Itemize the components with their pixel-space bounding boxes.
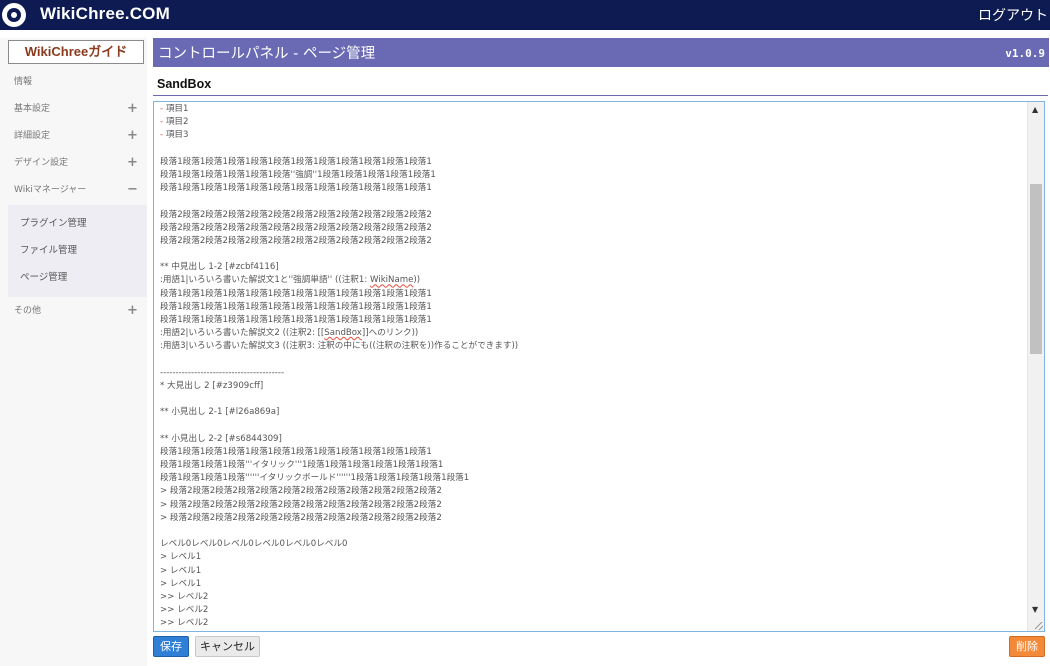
editor-line: > レベル1: [160, 565, 202, 576]
submenu-item-file-management[interactable]: ファイル管理: [20, 244, 77, 258]
editor-line: - 項目2: [160, 117, 189, 128]
cancel-button[interactable]: キャンセル: [195, 636, 260, 657]
editor-line: >> レベル2: [160, 618, 209, 629]
editor-line: ** 中見出し 1-2 [#zcbf4116]: [160, 262, 279, 273]
sidebar: WikiChreeガイド 情報 基本設定 + 詳細設定 + デザイン設定 + W…: [0, 38, 147, 666]
editor-line: 段落2段落2段落2段落2段落2段落2段落2段落2段落2段落2段落2段落2: [160, 235, 432, 246]
editor-line: :用語1|いろいろ書いた解説文1と''強調単語'' ((注釈1: WikiNam…: [160, 275, 421, 286]
editor-line: ** 小見出し 2-2 [#s6844309]: [160, 433, 282, 444]
editor-line: >> レベル2: [160, 605, 209, 616]
editor-line: :用語3|いろいろ書いた解説文3 ((注釈3: 注釈の中にも((注釈の注釈を))…: [160, 341, 519, 352]
sidebar-item-advanced-settings[interactable]: 詳細設定 +: [0, 123, 147, 149]
editor-line: > レベル1: [160, 578, 202, 589]
submenu-item-plugin-management[interactable]: プラグイン管理: [20, 217, 87, 231]
top-bar: WikiChree.COM ログアウト: [0, 0, 1050, 30]
editor-line: :用語2|いろいろ書いた解説文2 ((注釈2: [[SandBox]]へのリンク…: [160, 328, 419, 339]
sidebar-item-label: 詳細設定: [14, 131, 51, 141]
sidebar-item-info[interactable]: 情報: [0, 69, 147, 95]
editor-line: >> レベル2: [160, 591, 209, 602]
resize-handle-icon[interactable]: [1035, 622, 1043, 630]
editor-line: > 段落2段落2段落2段落2段落2段落2段落2段落2段落2段落2段落2段落2: [160, 512, 442, 523]
wiki-manager-submenu: プラグイン管理 ファイル管理 ページ管理: [8, 205, 147, 297]
editor-line: 段落1段落1段落1段落''''''イタリックボールド''''''1段落1段落1段…: [160, 473, 470, 484]
version-label: v1.0.9: [1005, 47, 1045, 60]
editor-line: 段落2段落2段落2段落2段落2段落2段落2段落2段落2段落2段落2段落2: [160, 222, 432, 233]
page-name-heading: SandBox: [157, 77, 212, 91]
sidebar-item-design-settings[interactable]: デザイン設定 +: [0, 150, 147, 176]
scroll-up-arrow-icon[interactable]: ▲: [1032, 105, 1038, 114]
heading-divider: [153, 95, 1048, 96]
logout-link[interactable]: ログアウト: [978, 5, 1048, 25]
sidebar-item-wiki-manager[interactable]: Wikiマネージャー −: [0, 177, 147, 203]
editor-line: 段落2段落2段落2段落2段落2段落2段落2段落2段落2段落2段落2段落2: [160, 209, 432, 220]
editor-line: > 段落2段落2段落2段落2段落2段落2段落2段落2段落2段落2段落2段落2: [160, 486, 442, 497]
submenu-item-page-management[interactable]: ページ管理: [20, 271, 67, 285]
editor-line: >>> レベル3: [160, 631, 1020, 632]
sidebar-item-label: 基本設定: [14, 104, 51, 114]
editor-line: * 大見出し 2 [#z3909cff]: [160, 380, 264, 391]
editor-scrollbar[interactable]: ▲ ▼: [1027, 102, 1044, 631]
save-button[interactable]: 保存: [153, 636, 189, 657]
editor-line: ----------------------------------------: [160, 367, 285, 378]
editor-line: 段落1段落1段落1段落1段落1段落1段落1段落1段落1段落1段落1段落1: [160, 446, 432, 457]
delete-button[interactable]: 削除: [1009, 636, 1045, 657]
sidebar-item-label: デザイン設定: [14, 158, 69, 168]
sidebar-item-label: Wikiマネージャー: [14, 185, 87, 195]
collapse-minus-icon[interactable]: −: [127, 177, 138, 203]
editor-line: 段落1段落1段落1段落1段落1段落''強調''1段落1段落1段落1段落1段落1: [160, 169, 436, 180]
scroll-down-arrow-icon[interactable]: ▼: [1032, 605, 1038, 614]
editor-line: 段落1段落1段落1段落1段落1段落1段落1段落1段落1段落1段落1段落1: [160, 301, 432, 312]
editor-line: 段落1段落1段落1段落1段落1段落1段落1段落1段落1段落1段落1段落1: [160, 288, 432, 299]
editor-content[interactable]: - 項目1 - 項目2 - 項目3 段落1段落1段落1段落1段落1段落1段落1段落1段…: [160, 103, 1020, 632]
editor-line: - 項目1: [160, 104, 189, 114]
editor-line: 段落1段落1段落1段落'''イタリック'''1段落1段落1段落1段落1段落1段落…: [160, 460, 444, 471]
editor-line: 段落1段落1段落1段落1段落1段落1段落1段落1段落1段落1段落1段落1: [160, 315, 432, 325]
editor-line: 段落1段落1段落1段落1段落1段落1段落1段落1段落1段落1段落1段落1: [160, 183, 432, 194]
expand-plus-icon[interactable]: +: [127, 123, 138, 149]
editor-line: レベル0レベル0レベル0レベル0レベル0レベル0: [160, 539, 348, 550]
expand-plus-icon[interactable]: +: [127, 150, 138, 176]
scrollbar-thumb[interactable]: [1030, 184, 1042, 354]
editor-line: > 段落2段落2段落2段落2段落2段落2段落2段落2段落2段落2段落2段落2: [160, 499, 442, 510]
expand-plus-icon[interactable]: +: [127, 298, 138, 324]
sidebar-item-basic-settings[interactable]: 基本設定 +: [0, 96, 147, 122]
editor-line: ** 小見出し 2-1 [#l26a869a]: [160, 407, 280, 418]
sidebar-item-other[interactable]: その他 +: [0, 298, 147, 324]
panel-header: コントロールパネル - ページ管理 v1.0.9: [153, 38, 1049, 67]
editor-line: > レベル1: [160, 552, 202, 563]
editor-line: - 項目3: [160, 130, 189, 141]
wikichree-logo-icon[interactable]: [2, 3, 26, 27]
page-source-textarea[interactable]: - 項目1 - 項目2 - 項目3 段落1段落1段落1段落1段落1段落1段落1段落1段…: [153, 101, 1045, 632]
expand-plus-icon[interactable]: +: [127, 96, 138, 122]
wikichree-guide-button[interactable]: WikiChreeガイド: [8, 40, 144, 64]
brand-title[interactable]: WikiChree.COM: [40, 4, 170, 24]
page-title: コントロールパネル - ページ管理: [158, 46, 376, 62]
editor-line: 段落1段落1段落1段落1段落1段落1段落1段落1段落1段落1段落1段落1: [160, 156, 432, 167]
sidebar-item-label: 情報: [14, 77, 33, 87]
sidebar-item-label: その他: [14, 306, 42, 316]
